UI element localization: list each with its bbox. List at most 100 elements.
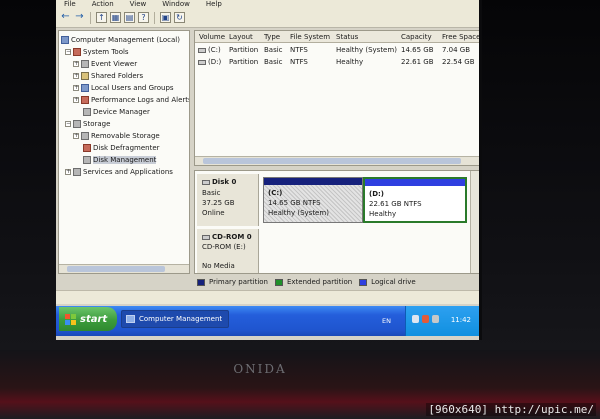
- removable-storage-icon: [81, 131, 89, 140]
- tree-horizontal-scrollbar[interactable]: [59, 264, 189, 273]
- toolbar-separator: [154, 11, 155, 24]
- column-header-type[interactable]: Type: [264, 33, 280, 41]
- start-button[interactable]: start: [59, 307, 117, 331]
- volume-row[interactable]: (D:) Partition Basic NTFS Healthy 22.61 …: [195, 57, 479, 68]
- help-icon[interactable]: ?: [138, 12, 149, 23]
- menu-window[interactable]: Window: [162, 0, 190, 8]
- volume-status: Healthy: [336, 58, 364, 66]
- monitor-brand: ONIDA: [233, 362, 287, 376]
- tree-item-local-users[interactable]: + Local Users and Groups: [73, 82, 174, 93]
- users-icon: [81, 83, 89, 92]
- scrollbar-thumb[interactable]: [67, 266, 165, 272]
- cdrom-0-label[interactable]: CD-ROM 0 CD-ROM (E:) No Media: [197, 229, 259, 273]
- volume-icon[interactable]: [432, 315, 439, 323]
- partition-legend: Primary partition Extended partition Log…: [194, 276, 479, 288]
- taskbar-button-computer-management[interactable]: Computer Management: [121, 310, 229, 328]
- expand-icon[interactable]: +: [73, 84, 79, 91]
- legend-label: Primary partition: [209, 278, 268, 286]
- tree-item-shared-folders[interactable]: + Shared Folders: [73, 70, 143, 81]
- volume-layout: Partition: [229, 58, 259, 66]
- volume-fs: NTFS: [290, 46, 308, 54]
- column-header-free-space[interactable]: Free Space: [442, 33, 479, 41]
- tree-item-label: Device Manager: [93, 107, 150, 116]
- tree-item-disk-defragmenter[interactable]: Disk Defragmenter: [83, 142, 160, 153]
- tree-item-disk-management[interactable]: Disk Management: [83, 154, 157, 165]
- column-header-file-system[interactable]: File System: [290, 33, 330, 41]
- toolbar: ← → ↑ ▦ ▤ ? ▣ ↻: [56, 8, 479, 28]
- network-icon[interactable]: [412, 315, 419, 323]
- event-viewer-icon: [81, 59, 89, 68]
- menu-file[interactable]: File: [64, 0, 76, 8]
- system-tray: 11:42: [405, 306, 479, 336]
- screen: File Action View Window Help ← → ↑ ▦ ▤ ? ▣ ↻…: [56, 0, 482, 340]
- console-tree-icon[interactable]: ▦: [110, 12, 121, 23]
- tree-item-computer-management[interactable]: Computer Management (Local): [61, 34, 180, 45]
- partition-d-name: (D:): [369, 190, 385, 198]
- logical-drive-band: [365, 179, 465, 186]
- expand-icon[interactable]: +: [73, 132, 79, 139]
- tree-item-event-viewer[interactable]: + Event Viewer: [73, 58, 137, 69]
- disk-0-size: 37.25 GB: [202, 199, 235, 207]
- volume-free-space: 22.54 GB: [442, 58, 475, 66]
- expand-icon[interactable]: +: [73, 72, 79, 79]
- tree-item-label: Shared Folders: [91, 71, 144, 80]
- collapse-icon[interactable]: −: [65, 120, 71, 127]
- cdrom-0-name: CD-ROM 0: [202, 233, 252, 241]
- tree-item-system-tools[interactable]: − System Tools: [65, 46, 129, 57]
- disk-0-name: Disk 0: [202, 178, 236, 186]
- column-header-capacity[interactable]: Capacity: [401, 33, 432, 41]
- disk-view-vertical-scrollbar[interactable]: [470, 171, 479, 273]
- expand-icon[interactable]: +: [73, 96, 79, 103]
- expand-icon[interactable]: +: [65, 168, 71, 175]
- tree-item-storage[interactable]: − Storage: [65, 118, 110, 129]
- extended-partition-swatch: [274, 278, 283, 286]
- primary-partition-swatch: [197, 278, 205, 286]
- tree-item-removable-storage[interactable]: + Removable Storage: [73, 130, 160, 141]
- drive-icon: [198, 59, 206, 65]
- language-indicator[interactable]: EN: [382, 317, 391, 325]
- menu-view[interactable]: View: [130, 0, 147, 8]
- disk-0-label[interactable]: Disk 0 Basic 37.25 GB Online: [197, 174, 259, 226]
- column-header-volume[interactable]: Volume: [199, 33, 225, 41]
- export-icon[interactable]: ▣: [160, 12, 171, 23]
- tree-item-label: Computer Management (Local): [71, 35, 180, 44]
- up-icon[interactable]: ↑: [96, 12, 107, 23]
- column-header-layout[interactable]: Layout: [229, 33, 253, 41]
- menu-bar: File Action View Window Help: [56, 0, 479, 8]
- partition-d[interactable]: (D:) 22.61 GB NTFS Healthy: [363, 177, 467, 223]
- tree-item-performance-logs[interactable]: + Performance Logs and Alerts: [73, 94, 189, 105]
- toolbar-separator: [90, 11, 91, 24]
- volume-fs: NTFS: [290, 58, 308, 66]
- tree-item-device-manager[interactable]: Device Manager: [83, 106, 150, 117]
- volume-type: Basic: [264, 46, 283, 54]
- tree-item-services-applications[interactable]: + Services and Applications: [65, 166, 173, 177]
- volume-layout: Partition: [229, 46, 259, 54]
- menu-help[interactable]: Help: [206, 0, 222, 8]
- volume-name: (C:): [198, 46, 221, 54]
- menu-action[interactable]: Action: [92, 0, 114, 8]
- disk-0-type: Basic: [202, 189, 221, 197]
- column-header-status[interactable]: Status: [336, 33, 358, 41]
- expand-icon[interactable]: +: [73, 60, 79, 67]
- taskbar: start Computer Management EN 11:42: [56, 306, 479, 336]
- forward-arrow-icon[interactable]: →: [74, 12, 85, 23]
- console-tree: Computer Management (Local) − System Too…: [58, 30, 190, 274]
- tree-item-label: Storage: [83, 119, 111, 128]
- disk-management-icon: [83, 155, 91, 164]
- volume-horizontal-scrollbar[interactable]: [195, 156, 479, 165]
- computer-management-icon: [126, 315, 135, 323]
- drive-icon: [198, 47, 206, 53]
- tree-item-label: System Tools: [83, 47, 129, 56]
- volume-row[interactable]: (C:) Partition Basic NTFS Healthy (Syste…: [195, 45, 479, 56]
- clock[interactable]: 11:42: [451, 316, 471, 324]
- collapse-icon[interactable]: −: [65, 48, 71, 55]
- services-icon: [73, 167, 81, 176]
- hard-disk-icon: [202, 179, 210, 185]
- partition-c[interactable]: (C:) 14.65 GB NTFS Healthy (System): [263, 177, 363, 223]
- refresh-icon[interactable]: ↻: [174, 12, 185, 23]
- task-label: Computer Management: [139, 315, 223, 323]
- back-arrow-icon[interactable]: ←: [60, 12, 71, 23]
- scrollbar-thumb[interactable]: [203, 158, 461, 164]
- security-icon[interactable]: [422, 315, 429, 323]
- properties-icon[interactable]: ▤: [124, 12, 135, 23]
